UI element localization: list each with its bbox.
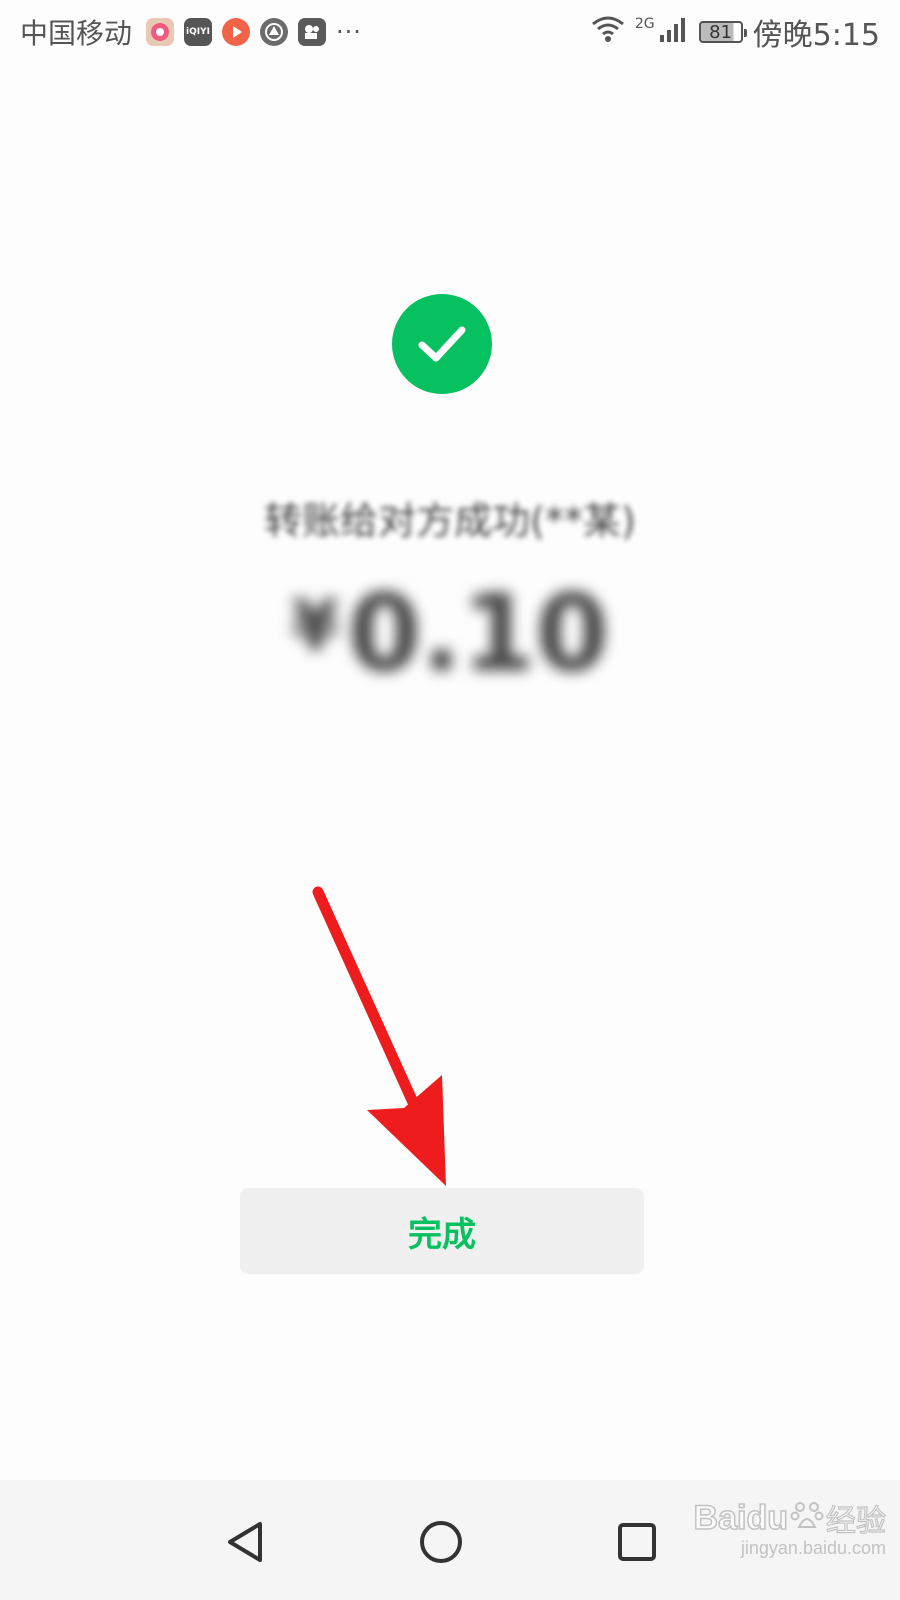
watermark-url: jingyan.baidu.com [740, 1538, 886, 1558]
video-app-icon [146, 18, 175, 46]
amount-value: 0.10 [347, 572, 610, 695]
status-bar-left: 中国移动 iQIYI ··· [20, 12, 362, 52]
done-button[interactable]: 完成 [240, 1188, 644, 1274]
camera-app-icon [298, 18, 327, 46]
music-app-icon [260, 18, 289, 46]
network-type-label: 2G [634, 16, 655, 32]
currency-symbol: ¥ [290, 585, 340, 667]
success-check-icon [392, 294, 492, 394]
baidu-watermark: Baidu 经验 jingyan.baidu.com [693, 1496, 887, 1559]
status-bar-right: 2G 81 傍晚5:15 [591, 10, 880, 54]
carrier-name: 中国移动 [20, 17, 133, 50]
transfer-status-text: 转账给对方成功(**某) [264, 499, 636, 543]
more-notifications-ellipsis: ··· [336, 18, 362, 46]
play-app-icon [222, 18, 251, 46]
status-clock: 傍晚5:15 [752, 18, 880, 53]
watermark-brand: Baidu [693, 1498, 789, 1538]
wifi-icon [591, 15, 625, 50]
recents-icon[interactable] [597, 1502, 677, 1582]
signal-icon [659, 15, 689, 50]
paw-icon [790, 1499, 824, 1537]
status-bar: 中国移动 iQIYI ··· 2G 81 傍晚5:15 [0, 0, 900, 64]
iqiyi-icon: iQIYI [184, 18, 213, 46]
home-icon[interactable] [401, 1502, 481, 1582]
iqiyi-label: iQIYI [186, 27, 210, 37]
transfer-amount: ¥0.10 [0, 572, 900, 695]
annotation-arrow-icon [312, 886, 446, 1186]
battery-level: 81 [709, 21, 733, 43]
battery-icon: 81 [698, 21, 747, 43]
watermark-suffix: 经验 [825, 1503, 886, 1539]
back-icon[interactable] [206, 1502, 286, 1582]
